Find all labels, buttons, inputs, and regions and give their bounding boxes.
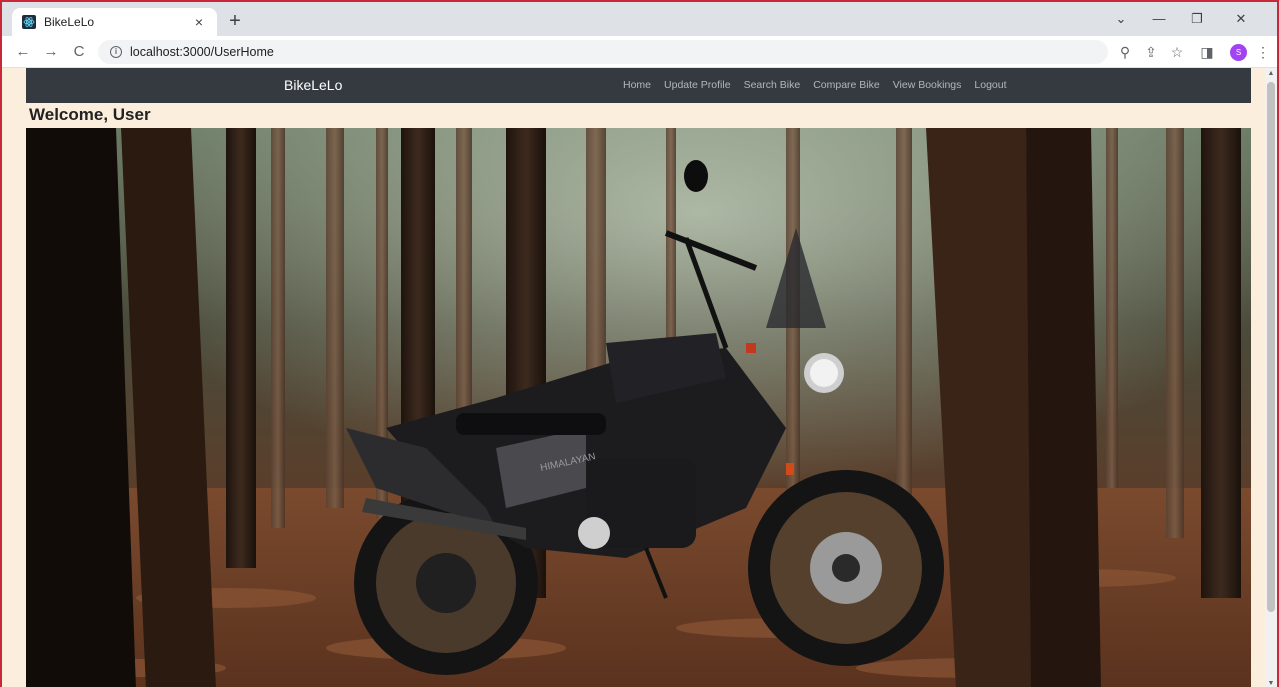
back-button[interactable]: ←	[12, 41, 34, 63]
react-favicon-icon	[22, 15, 36, 29]
page-viewport: BikeLeLo Home Update Profile Search Bike…	[2, 68, 1265, 687]
share-icon[interactable]: ⇪	[1140, 41, 1162, 63]
browser-tab[interactable]: BikeLeLo ×	[12, 8, 217, 36]
tab-close-icon[interactable]: ×	[191, 14, 207, 30]
tab-search-icon[interactable]: ⌄	[1106, 8, 1136, 30]
tab-strip: BikeLeLo × + ⌄ — ❐ ✕	[2, 2, 1277, 36]
browser-toolbar: ← → C i localhost:3000/UserHome ⚲ ⇪ ☆ ◨ …	[2, 36, 1277, 68]
site-navbar: BikeLeLo Home Update Profile Search Bike…	[26, 68, 1251, 103]
url-text[interactable]: localhost:3000/UserHome	[130, 45, 274, 59]
profile-avatar[interactable]: S	[1230, 44, 1247, 61]
site-info-icon[interactable]: i	[110, 46, 122, 58]
navbar-links: Home Update Profile Search Bike Compare …	[623, 79, 1007, 91]
hero-image: HIMALAYAN	[26, 128, 1251, 687]
scroll-up-arrow-icon[interactable]: ▲	[1265, 70, 1277, 77]
nav-link-search-bike[interactable]: Search Bike	[744, 79, 801, 91]
nav-link-logout[interactable]: Logout	[974, 79, 1006, 91]
nav-link-update-profile[interactable]: Update Profile	[664, 79, 731, 91]
reload-button[interactable]: C	[68, 41, 90, 63]
address-bar[interactable]: i localhost:3000/UserHome	[98, 40, 1108, 64]
zoom-icon[interactable]: ⚲	[1114, 41, 1136, 63]
close-window-button[interactable]: ✕	[1226, 8, 1256, 30]
welcome-heading: Welcome, User	[29, 105, 151, 124]
scroll-down-arrow-icon[interactable]: ▼	[1265, 680, 1277, 687]
minimize-button[interactable]: —	[1144, 8, 1174, 30]
navbar-brand[interactable]: BikeLeLo	[284, 77, 342, 93]
browser-menu-icon[interactable]: ⋮	[1252, 41, 1274, 63]
forward-button[interactable]: →	[40, 41, 62, 63]
nav-link-view-bookings[interactable]: View Bookings	[893, 79, 962, 91]
tab-title: BikeLeLo	[44, 15, 95, 29]
side-panel-icon[interactable]: ◨	[1196, 41, 1218, 63]
nav-link-compare-bike[interactable]: Compare Bike	[813, 79, 880, 91]
restore-button[interactable]: ❐	[1182, 8, 1212, 30]
bookmark-star-icon[interactable]: ☆	[1166, 41, 1188, 63]
page-scrollbar[interactable]: ▲ ▼	[1265, 68, 1277, 687]
new-tab-button[interactable]: +	[224, 10, 246, 32]
browser-window: BikeLeLo × + ⌄ — ❐ ✕ ← → C i localhost:3…	[0, 0, 1279, 687]
scrollbar-thumb[interactable]	[1267, 82, 1275, 612]
nav-link-home[interactable]: Home	[623, 79, 651, 91]
